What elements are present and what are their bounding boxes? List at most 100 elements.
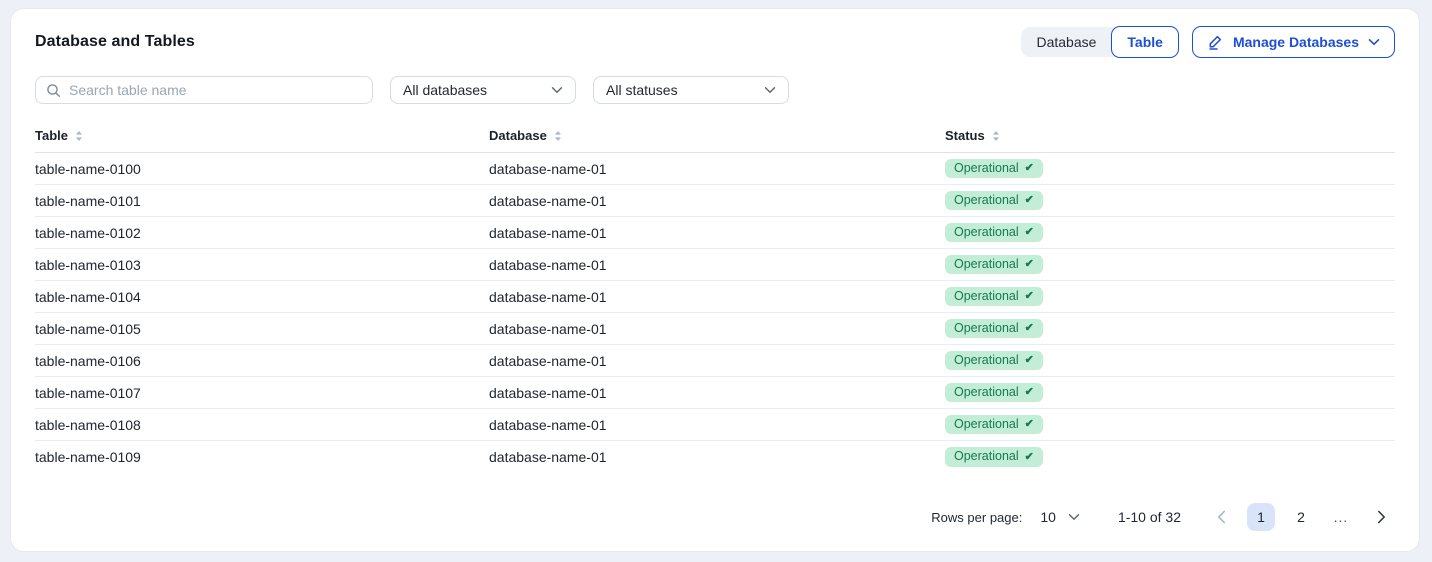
- status-filter-value: All statuses: [606, 82, 678, 98]
- table-name-cell: table-name-0103: [35, 249, 489, 281]
- database-name-cell: database-name-01: [489, 441, 945, 473]
- check-icon: ✔: [1025, 451, 1034, 463]
- table-row: table-name-0104database-name-01Operation…: [35, 281, 1395, 313]
- status-cell: Operational✔: [945, 345, 1395, 377]
- table-name-cell: table-name-0106: [35, 345, 489, 377]
- search-input[interactable]: [69, 82, 362, 98]
- check-icon: ✔: [1025, 386, 1034, 398]
- database-tables-card: Database and Tables Database Table Manag…: [10, 8, 1420, 552]
- table-row: table-name-0103database-name-01Operation…: [35, 249, 1395, 281]
- database-name-cell: database-name-01: [489, 185, 945, 217]
- status-badge: Operational✔: [945, 255, 1043, 275]
- status-cell: Operational✔: [945, 441, 1395, 473]
- database-filter-select[interactable]: All databases: [390, 76, 576, 104]
- page-button-1[interactable]: 1: [1247, 503, 1275, 531]
- chevron-down-icon: [1068, 513, 1080, 521]
- edit-pencil-icon: [1207, 34, 1224, 51]
- table-row: table-name-0101database-name-01Operation…: [35, 185, 1395, 217]
- pagination-bar: Rows per page: 10 1-10 of 32 12...: [931, 503, 1395, 531]
- database-name-cell: database-name-01: [489, 217, 945, 249]
- database-name-cell: database-name-01: [489, 249, 945, 281]
- table-name-cell: table-name-0107: [35, 377, 489, 409]
- column-header-database[interactable]: Database: [489, 128, 945, 153]
- toggle-table[interactable]: Table: [1111, 26, 1179, 58]
- table-row: table-name-0107database-name-01Operation…: [35, 377, 1395, 409]
- table-name-cell: table-name-0105: [35, 313, 489, 345]
- page-ellipsis[interactable]: ...: [1327, 503, 1355, 531]
- check-icon: ✔: [1025, 162, 1034, 174]
- view-toggle: Database Table: [1021, 27, 1177, 57]
- toggle-database[interactable]: Database: [1021, 27, 1111, 57]
- status-cell: Operational✔: [945, 217, 1395, 249]
- status-cell: Operational✔: [945, 377, 1395, 409]
- table-row: table-name-0105database-name-01Operation…: [35, 313, 1395, 345]
- chevron-right-icon: [1377, 510, 1386, 524]
- page-buttons: 12...: [1247, 503, 1355, 531]
- table-row: table-name-0102database-name-01Operation…: [35, 217, 1395, 249]
- database-name-cell: database-name-01: [489, 153, 945, 185]
- status-badge: Operational✔: [945, 383, 1043, 403]
- chevron-down-icon: [551, 86, 563, 94]
- status-filter-select[interactable]: All statuses: [593, 76, 789, 104]
- table-name-cell: table-name-0108: [35, 409, 489, 441]
- sort-icon[interactable]: [75, 130, 83, 142]
- rows-per-page-label: Rows per page:: [931, 510, 1022, 525]
- check-icon: ✔: [1025, 322, 1034, 334]
- status-cell: Operational✔: [945, 409, 1395, 441]
- chevron-down-icon: [1368, 38, 1380, 46]
- database-name-cell: database-name-01: [489, 377, 945, 409]
- check-icon: ✔: [1025, 418, 1034, 430]
- card-header: Database and Tables Database Table Manag…: [35, 26, 1395, 58]
- header-actions: Database Table Manage Databases: [1021, 26, 1395, 58]
- previous-page-button[interactable]: [1207, 503, 1235, 531]
- status-cell: Operational✔: [945, 281, 1395, 313]
- table-row: table-name-0109database-name-01Operation…: [35, 441, 1395, 473]
- page-button-2[interactable]: 2: [1287, 503, 1315, 531]
- status-badge: Operational✔: [945, 319, 1043, 339]
- status-badge: Operational✔: [945, 191, 1043, 211]
- table-name-cell: table-name-0109: [35, 441, 489, 473]
- database-name-cell: database-name-01: [489, 281, 945, 313]
- manage-databases-button[interactable]: Manage Databases: [1192, 26, 1395, 58]
- chevron-down-icon: [764, 86, 776, 94]
- database-name-cell: database-name-01: [489, 409, 945, 441]
- page-title: Database and Tables: [35, 33, 195, 51]
- table-name-cell: table-name-0100: [35, 153, 489, 185]
- table-row: table-name-0106database-name-01Operation…: [35, 345, 1395, 377]
- table-header-row: Table Database: [35, 128, 1395, 153]
- status-cell: Operational✔: [945, 185, 1395, 217]
- status-cell: Operational✔: [945, 249, 1395, 281]
- database-name-cell: database-name-01: [489, 345, 945, 377]
- next-page-button[interactable]: [1367, 503, 1395, 531]
- database-name-cell: database-name-01: [489, 313, 945, 345]
- check-icon: ✔: [1025, 194, 1034, 206]
- filters-bar: All databases All statuses: [35, 76, 1395, 104]
- chevron-left-icon: [1217, 510, 1226, 524]
- search-icon: [46, 83, 61, 98]
- status-badge: Operational✔: [945, 415, 1043, 435]
- column-header-status[interactable]: Status: [945, 128, 1395, 153]
- status-badge: Operational✔: [945, 287, 1043, 307]
- check-icon: ✔: [1025, 290, 1034, 302]
- status-badge: Operational✔: [945, 223, 1043, 243]
- page-range-text: 1-10 of 32: [1118, 509, 1181, 525]
- status-badge: Operational✔: [945, 159, 1043, 179]
- table-row: table-name-0100database-name-01Operation…: [35, 153, 1395, 185]
- rows-per-page-select[interactable]: 10: [1040, 509, 1080, 525]
- column-header-table[interactable]: Table: [35, 128, 489, 153]
- status-cell: Operational✔: [945, 153, 1395, 185]
- table-name-cell: table-name-0102: [35, 217, 489, 249]
- table-row: table-name-0108database-name-01Operation…: [35, 409, 1395, 441]
- rows-per-page-value: 10: [1040, 509, 1056, 525]
- check-icon: ✔: [1025, 226, 1034, 238]
- check-icon: ✔: [1025, 258, 1034, 270]
- status-badge: Operational✔: [945, 351, 1043, 371]
- status-cell: Operational✔: [945, 313, 1395, 345]
- table-name-cell: table-name-0101: [35, 185, 489, 217]
- check-icon: ✔: [1025, 354, 1034, 366]
- sort-icon[interactable]: [554, 130, 562, 142]
- sort-icon[interactable]: [992, 130, 1000, 142]
- search-box[interactable]: [35, 76, 373, 104]
- table-name-cell: table-name-0104: [35, 281, 489, 313]
- database-filter-value: All databases: [403, 82, 487, 98]
